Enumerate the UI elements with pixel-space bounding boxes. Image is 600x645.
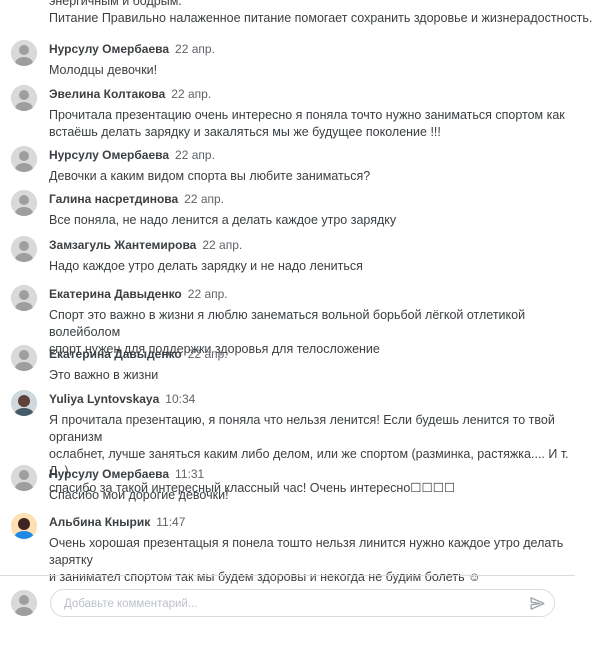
comment-time: 22 апр. — [171, 87, 212, 101]
comment-text-line: встаёшь делать зарядку и закаляться мы ж… — [49, 125, 441, 139]
comment-input-box[interactable] — [50, 589, 555, 617]
comment-text-line: Надо каждое утро делать зарядку и не над… — [49, 259, 363, 273]
comment-text: Молодцы девочки! — [49, 62, 579, 79]
comment-text-line: Это важно в жизни — [49, 368, 159, 382]
person-icon — [11, 40, 37, 66]
comment-text: Девочки а каким видом спорта вы любите з… — [49, 168, 579, 185]
comment-author[interactable]: Альбина Кнырик — [49, 515, 150, 529]
comment-text: Это важно в жизни — [49, 367, 579, 384]
person-icon — [11, 465, 37, 491]
person-icon — [11, 236, 37, 262]
comment-author[interactable]: Екатерина Давыденко — [49, 347, 182, 361]
comment-author[interactable]: Нурсулу Омербаева — [49, 148, 169, 162]
comment-header: Эвелина Колтакова 22 апр. — [49, 87, 211, 102]
user-photo-icon — [11, 513, 37, 539]
user-photo-icon — [11, 390, 37, 416]
comment-time: 22 апр. — [175, 42, 215, 56]
comment-text-line: Спасибо мои дорогие девочки! — [49, 488, 229, 502]
comment-text: Надо каждое утро делать зарядку и не над… — [49, 258, 579, 275]
comment-text: Прочитала презентацию очень интересно я … — [49, 107, 579, 141]
comment-text: Очень хорошая презентацыя я понела тошто… — [49, 535, 579, 586]
divider — [0, 575, 575, 576]
comment-time: 10:34 — [165, 392, 196, 406]
comment-input[interactable] — [62, 594, 516, 614]
send-icon[interactable] — [529, 595, 546, 612]
comment-header: Нурсулу Омербаева 11:31 — [49, 467, 204, 482]
comment-author[interactable]: Yuliya Lyntovskaya — [49, 392, 159, 406]
person-icon — [11, 190, 37, 216]
comment-author[interactable]: Эвелина Колтакова — [49, 87, 165, 101]
comment-text-line: Девочки а каким видом спорта вы любите з… — [49, 169, 371, 183]
person-icon — [11, 146, 37, 172]
avatar — [11, 146, 37, 172]
comment-text-line: Очень хорошая презентацыя я понела тошто… — [49, 536, 564, 567]
comment-author[interactable]: Нурсулу Омербаева — [49, 467, 169, 481]
comment-text: Я прочитала презентацию, я поняла что не… — [49, 412, 579, 497]
avatar — [11, 236, 37, 262]
comment-text: Спасибо мои дорогие девочки! — [49, 487, 579, 504]
avatar — [11, 465, 37, 491]
comment-header: Нурсулу Омербаева 22 апр. — [49, 42, 215, 57]
comment-author[interactable]: Галина насретдинова — [49, 192, 178, 206]
text-line: энергичным и бодрым. — [49, 0, 182, 8]
comment-header: Yuliya Lyntovskaya 10:34 — [49, 392, 195, 407]
avatar — [11, 345, 37, 371]
comment-time: 22 апр. — [184, 192, 225, 206]
comment-text-line: Молодцы девочки! — [49, 63, 158, 77]
avatar — [11, 285, 37, 311]
comment-author[interactable]: Нурсулу Омербаева — [49, 42, 169, 56]
person-icon — [11, 285, 37, 311]
comment-header: Екатерина Давыденко 22 апр. — [49, 287, 228, 302]
text-line: Питание Правильно налаженное питание пом… — [49, 11, 593, 25]
comment-time: 22 апр. — [187, 347, 228, 361]
avatar — [11, 513, 37, 539]
comment-time: 11:31 — [175, 467, 205, 481]
comment-text-line: и занимател спортом так мы будем здоровы… — [49, 570, 481, 584]
comment-author[interactable]: Екатерина Давыденко — [49, 287, 182, 301]
comment-text-line: Я прочитала презентацию, я поняла что не… — [49, 413, 555, 444]
comment-time: 22 апр. — [202, 238, 243, 252]
person-icon — [11, 85, 37, 111]
comment-text-line: Прочитала презентацию очень интересно я … — [49, 108, 565, 122]
comment-text-line: Все поняла, не надо ленится а делать каж… — [49, 213, 397, 227]
comment-header: Альбина Кнырик 11:47 — [49, 515, 185, 530]
avatar — [11, 85, 37, 111]
person-icon — [11, 590, 37, 616]
previous-comment-text: энергичным и бодрым. Питание Правильно н… — [49, 0, 594, 27]
comment-header: Екатерина Давыденко 22 апр. — [49, 347, 228, 362]
current-user-avatar — [11, 590, 37, 616]
comment-time: 22 апр. — [187, 287, 228, 301]
person-icon — [11, 345, 37, 371]
comment-header: Галина насретдинова 22 апр. — [49, 192, 224, 207]
comment-header: Нурсулу Омербаева 22 апр. — [49, 148, 215, 163]
comment-time: 22 апр. — [175, 148, 215, 162]
comment-text-line: Спорт это важно в жизни я люблю занемать… — [49, 308, 526, 339]
avatar — [11, 40, 37, 66]
avatar — [11, 190, 37, 216]
comment-author[interactable]: Замзагуль Жантемирова — [49, 238, 196, 252]
comment-header: Замзагуль Жантемирова 22 апр. — [49, 238, 242, 253]
comment-time: 11:47 — [156, 515, 186, 529]
avatar — [11, 390, 37, 416]
comment-text: Все поняла, не надо ленится а делать каж… — [49, 212, 579, 229]
